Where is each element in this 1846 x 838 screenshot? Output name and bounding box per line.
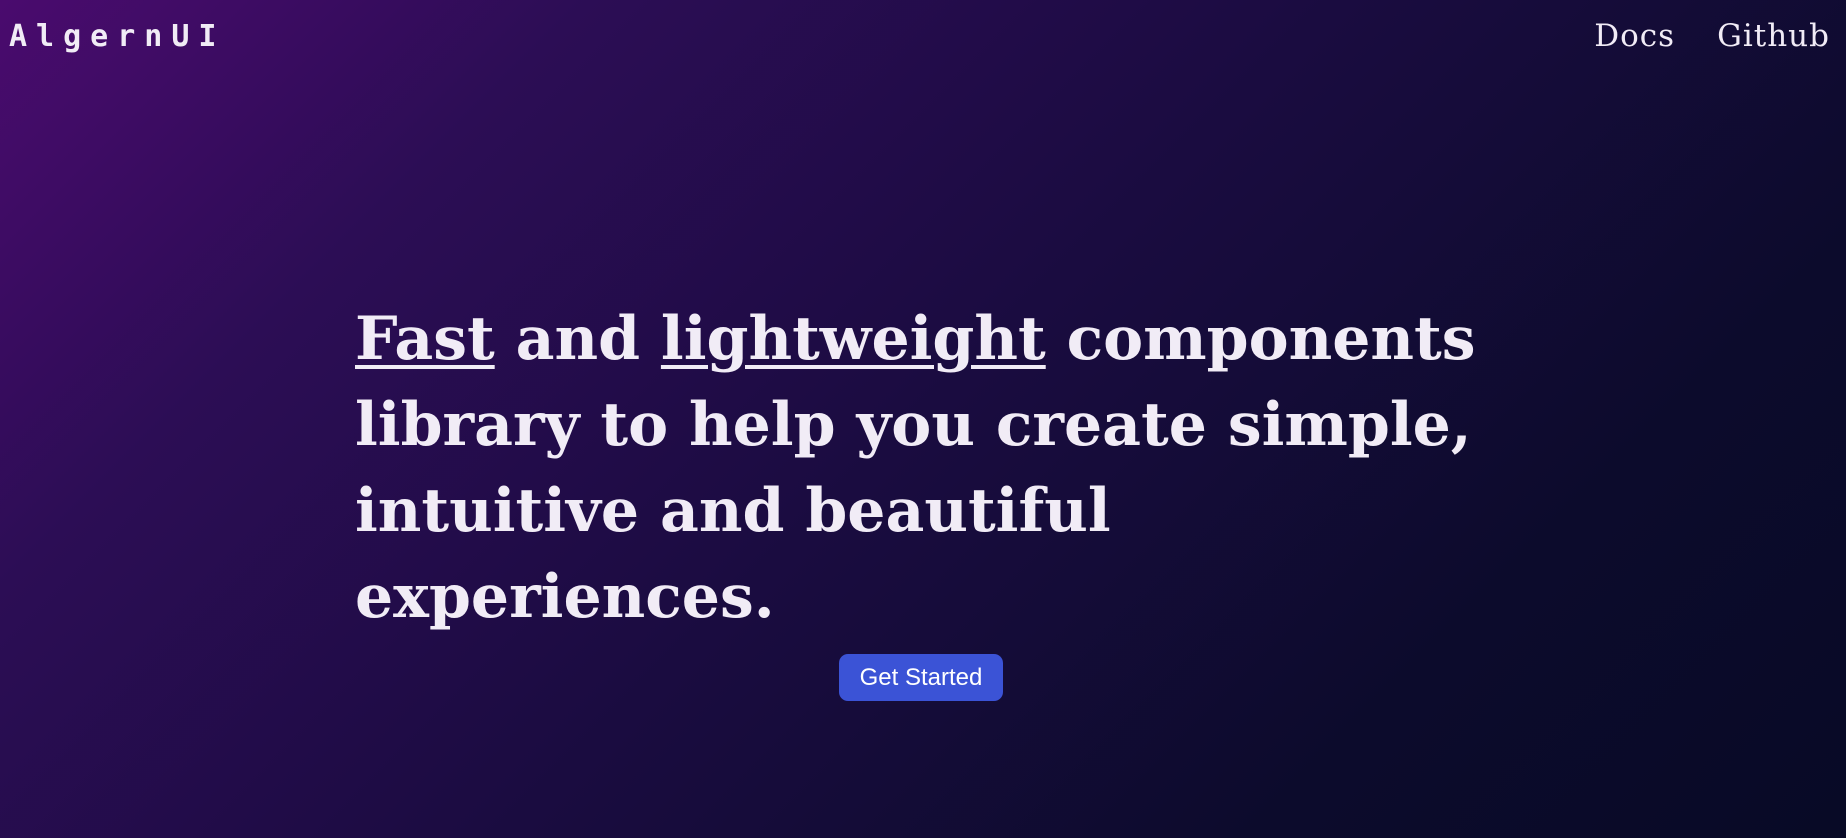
get-started-button[interactable]: Get Started [839,654,1003,701]
top-nav: Docs Github [1594,16,1830,56]
headline-highlight-fast: Fast [355,304,495,374]
brand-logo[interactable]: AlgernUI [9,18,226,56]
headline-text-and: and [494,304,661,374]
headline-highlight-lightweight: lightweight [660,304,1046,374]
nav-link-docs[interactable]: Docs [1594,16,1675,56]
nav-link-github[interactable]: Github [1717,16,1830,56]
top-bar: AlgernUI Docs Github [0,0,1846,76]
hero-headline: Fast and lightweight components library … [355,296,1515,640]
